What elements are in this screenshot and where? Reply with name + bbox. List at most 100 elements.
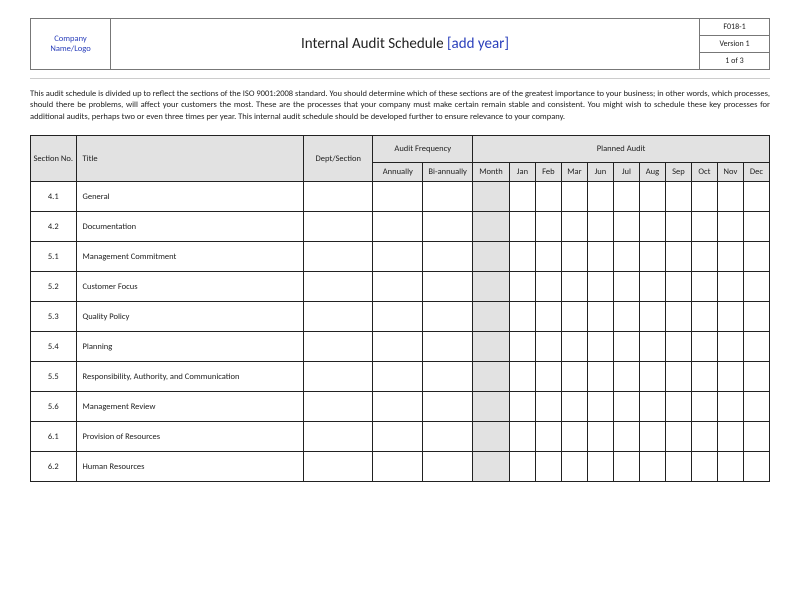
planned-month-cell[interactable] xyxy=(743,452,769,482)
planned-month-cell[interactable] xyxy=(691,272,717,302)
planned-month-cell[interactable] xyxy=(691,302,717,332)
planned-month-cell[interactable] xyxy=(639,362,665,392)
planned-month-cell[interactable] xyxy=(743,392,769,422)
annually-cell[interactable] xyxy=(373,392,423,422)
month-cell[interactable] xyxy=(473,362,510,392)
planned-month-cell[interactable] xyxy=(613,452,639,482)
planned-month-cell[interactable] xyxy=(561,422,587,452)
planned-month-cell[interactable] xyxy=(587,212,613,242)
month-cell[interactable] xyxy=(473,392,510,422)
bi-annually-cell[interactable] xyxy=(423,362,473,392)
planned-month-cell[interactable] xyxy=(509,362,535,392)
planned-month-cell[interactable] xyxy=(509,182,535,212)
planned-month-cell[interactable] xyxy=(587,422,613,452)
annually-cell[interactable] xyxy=(373,452,423,482)
planned-month-cell[interactable] xyxy=(535,452,561,482)
dept-cell[interactable] xyxy=(304,362,373,392)
planned-month-cell[interactable] xyxy=(665,212,691,242)
bi-annually-cell[interactable] xyxy=(423,452,473,482)
planned-month-cell[interactable] xyxy=(665,272,691,302)
month-cell[interactable] xyxy=(473,422,510,452)
planned-month-cell[interactable] xyxy=(509,242,535,272)
bi-annually-cell[interactable] xyxy=(423,422,473,452)
planned-month-cell[interactable] xyxy=(665,182,691,212)
planned-month-cell[interactable] xyxy=(509,272,535,302)
planned-month-cell[interactable] xyxy=(535,392,561,422)
planned-month-cell[interactable] xyxy=(691,362,717,392)
planned-month-cell[interactable] xyxy=(535,242,561,272)
planned-month-cell[interactable] xyxy=(587,242,613,272)
dept-cell[interactable] xyxy=(304,332,373,362)
bi-annually-cell[interactable] xyxy=(423,272,473,302)
planned-month-cell[interactable] xyxy=(587,332,613,362)
annually-cell[interactable] xyxy=(373,212,423,242)
planned-month-cell[interactable] xyxy=(587,452,613,482)
bi-annually-cell[interactable] xyxy=(423,392,473,422)
planned-month-cell[interactable] xyxy=(613,302,639,332)
planned-month-cell[interactable] xyxy=(665,422,691,452)
planned-month-cell[interactable] xyxy=(561,362,587,392)
planned-month-cell[interactable] xyxy=(691,452,717,482)
planned-month-cell[interactable] xyxy=(691,212,717,242)
dept-cell[interactable] xyxy=(304,242,373,272)
annually-cell[interactable] xyxy=(373,272,423,302)
planned-month-cell[interactable] xyxy=(535,182,561,212)
dept-cell[interactable] xyxy=(304,422,373,452)
bi-annually-cell[interactable] xyxy=(423,182,473,212)
planned-month-cell[interactable] xyxy=(561,272,587,302)
month-cell[interactable] xyxy=(473,242,510,272)
annually-cell[interactable] xyxy=(373,332,423,362)
planned-month-cell[interactable] xyxy=(561,302,587,332)
planned-month-cell[interactable] xyxy=(587,182,613,212)
planned-month-cell[interactable] xyxy=(717,302,743,332)
planned-month-cell[interactable] xyxy=(509,422,535,452)
planned-month-cell[interactable] xyxy=(743,182,769,212)
planned-month-cell[interactable] xyxy=(743,362,769,392)
planned-month-cell[interactable] xyxy=(639,212,665,242)
month-cell[interactable] xyxy=(473,212,510,242)
planned-month-cell[interactable] xyxy=(587,362,613,392)
planned-month-cell[interactable] xyxy=(717,452,743,482)
planned-month-cell[interactable] xyxy=(691,242,717,272)
planned-month-cell[interactable] xyxy=(717,332,743,362)
planned-month-cell[interactable] xyxy=(691,422,717,452)
annually-cell[interactable] xyxy=(373,422,423,452)
planned-month-cell[interactable] xyxy=(717,422,743,452)
month-cell[interactable] xyxy=(473,302,510,332)
planned-month-cell[interactable] xyxy=(691,182,717,212)
planned-month-cell[interactable] xyxy=(613,422,639,452)
planned-month-cell[interactable] xyxy=(509,212,535,242)
planned-month-cell[interactable] xyxy=(639,182,665,212)
planned-month-cell[interactable] xyxy=(743,272,769,302)
planned-month-cell[interactable] xyxy=(665,332,691,362)
planned-month-cell[interactable] xyxy=(665,452,691,482)
planned-month-cell[interactable] xyxy=(509,392,535,422)
planned-month-cell[interactable] xyxy=(561,452,587,482)
annually-cell[interactable] xyxy=(373,362,423,392)
planned-month-cell[interactable] xyxy=(717,272,743,302)
planned-month-cell[interactable] xyxy=(743,212,769,242)
planned-month-cell[interactable] xyxy=(613,392,639,422)
planned-month-cell[interactable] xyxy=(535,302,561,332)
planned-month-cell[interactable] xyxy=(535,212,561,242)
planned-month-cell[interactable] xyxy=(509,302,535,332)
planned-month-cell[interactable] xyxy=(613,242,639,272)
planned-month-cell[interactable] xyxy=(561,182,587,212)
bi-annually-cell[interactable] xyxy=(423,212,473,242)
planned-month-cell[interactable] xyxy=(535,422,561,452)
planned-month-cell[interactable] xyxy=(613,332,639,362)
bi-annually-cell[interactable] xyxy=(423,302,473,332)
dept-cell[interactable] xyxy=(304,452,373,482)
planned-month-cell[interactable] xyxy=(613,362,639,392)
planned-month-cell[interactable] xyxy=(561,212,587,242)
planned-month-cell[interactable] xyxy=(717,392,743,422)
planned-month-cell[interactable] xyxy=(639,422,665,452)
planned-month-cell[interactable] xyxy=(587,272,613,302)
bi-annually-cell[interactable] xyxy=(423,242,473,272)
planned-month-cell[interactable] xyxy=(691,392,717,422)
annually-cell[interactable] xyxy=(373,182,423,212)
planned-month-cell[interactable] xyxy=(587,392,613,422)
planned-month-cell[interactable] xyxy=(587,302,613,332)
planned-month-cell[interactable] xyxy=(613,212,639,242)
dept-cell[interactable] xyxy=(304,182,373,212)
